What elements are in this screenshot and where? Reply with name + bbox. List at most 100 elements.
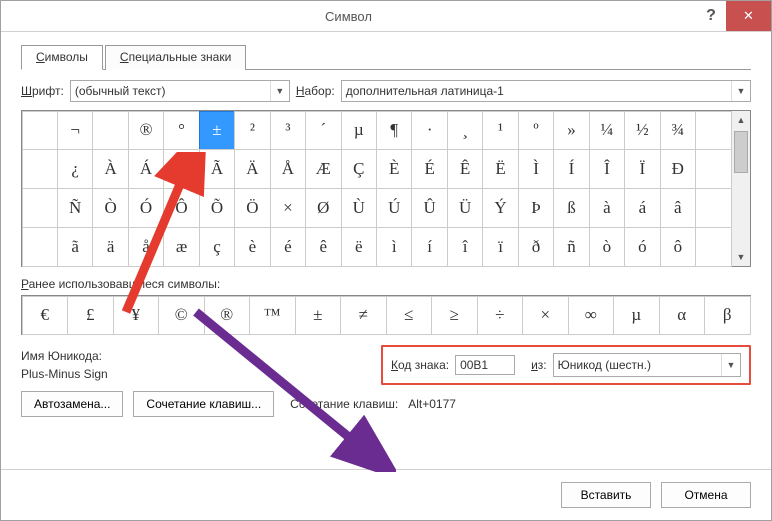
symbol-cell[interactable]	[22, 188, 58, 228]
symbol-cell[interactable]: è	[234, 227, 270, 267]
symbol-cell[interactable]: Ö	[234, 188, 270, 228]
code-input[interactable]: 00B1	[455, 355, 515, 375]
symbol-cell[interactable]: ç	[199, 227, 235, 267]
from-combo[interactable]: Юникод (шестн.) ▼	[553, 353, 741, 377]
symbol-cell[interactable]	[22, 111, 58, 151]
insert-button[interactable]: Вставить	[561, 482, 651, 508]
close-button[interactable]: ✕	[726, 1, 771, 31]
symbol-cell[interactable]: Ç	[341, 149, 377, 189]
symbol-cell[interactable]: À	[92, 149, 128, 189]
symbol-cell[interactable]: ¹	[482, 111, 518, 151]
symbol-cell[interactable]: ä	[92, 227, 128, 267]
recent-cell[interactable]: β	[704, 296, 751, 335]
scroll-down-icon[interactable]: ▼	[732, 248, 750, 266]
symbol-cell[interactable]: É	[411, 149, 447, 189]
symbol-cell[interactable]: Â	[163, 149, 199, 189]
tab-symbols[interactable]: Символы	[21, 45, 103, 70]
symbol-cell[interactable]: Ý	[482, 188, 518, 228]
symbol-cell[interactable]: Ñ	[57, 188, 93, 228]
recent-cell[interactable]: ©	[158, 296, 205, 335]
symbol-cell[interactable]: ³	[270, 111, 306, 151]
scroll-thumb[interactable]	[734, 131, 748, 173]
scroll-track[interactable]	[732, 129, 750, 248]
symbol-cell[interactable]: µ	[341, 111, 377, 151]
symbol-cell[interactable]: ¶	[376, 111, 412, 151]
symbol-cell[interactable]: ð	[518, 227, 554, 267]
symbol-cell[interactable]: Ì	[518, 149, 554, 189]
symbol-cell[interactable]: ò	[589, 227, 625, 267]
symbol-cell[interactable]: Ù	[341, 188, 377, 228]
symbol-cell[interactable]: Õ	[199, 188, 235, 228]
symbol-cell[interactable]: ­	[92, 111, 128, 151]
recent-grid[interactable]: €£¥©®™±≠≤≥÷×∞µαβ	[21, 295, 751, 335]
symbol-cell[interactable]: ë	[341, 227, 377, 267]
symbol-cell[interactable]: °	[163, 111, 199, 151]
symbol-cell[interactable]: î	[447, 227, 483, 267]
symbol-cell[interactable]: ß	[553, 188, 589, 228]
subset-combo[interactable]: дополнительная латиница-1 ▼	[341, 80, 751, 102]
cancel-button[interactable]: Отмена	[661, 482, 751, 508]
font-combo[interactable]: (обычный текст) ▼	[70, 80, 290, 102]
recent-cell[interactable]: ±	[295, 296, 342, 335]
symbol-cell[interactable]	[22, 149, 58, 189]
recent-cell[interactable]: €	[22, 296, 69, 335]
symbol-cell[interactable]: È	[376, 149, 412, 189]
symbol-cell[interactable]: Æ	[305, 149, 341, 189]
recent-cell[interactable]: ∞	[568, 296, 615, 335]
symbol-cell[interactable]: Ó	[128, 188, 164, 228]
grid-scrollbar[interactable]: ▲ ▼	[731, 111, 750, 266]
recent-cell[interactable]: £	[67, 296, 114, 335]
symbol-cell[interactable]: ×	[270, 188, 306, 228]
recent-cell[interactable]: ≥	[431, 296, 478, 335]
symbol-cell[interactable]: ñ	[553, 227, 589, 267]
symbol-cell[interactable]: Å	[270, 149, 306, 189]
recent-cell[interactable]: ¥	[113, 296, 160, 335]
symbol-cell[interactable]: å	[128, 227, 164, 267]
autoreplace-button[interactable]: Автозамена...	[21, 391, 123, 417]
symbol-cell[interactable]: Ú	[376, 188, 412, 228]
recent-cell[interactable]: α	[659, 296, 706, 335]
symbol-cell[interactable]: ô	[660, 227, 696, 267]
symbol-cell[interactable]: Ï	[624, 149, 660, 189]
symbol-cell[interactable]: ½	[624, 111, 660, 151]
symbol-cell[interactable]: ó	[624, 227, 660, 267]
tab-special[interactable]: Специальные знаки	[105, 45, 246, 70]
symbol-cell[interactable]: º	[518, 111, 554, 151]
symbol-cell[interactable]: ê	[305, 227, 341, 267]
symbol-cell[interactable]: ì	[376, 227, 412, 267]
recent-cell[interactable]: µ	[613, 296, 660, 335]
symbol-cell[interactable]: Á	[128, 149, 164, 189]
symbol-cell[interactable]	[695, 111, 731, 151]
symbol-cell[interactable]	[22, 227, 58, 267]
symbol-cell[interactable]: í	[411, 227, 447, 267]
symbol-cell[interactable]: Ò	[92, 188, 128, 228]
symbol-cell[interactable]	[695, 227, 731, 267]
shortcut-button[interactable]: Сочетание клавиш...	[133, 391, 274, 417]
symbol-cell[interactable]: ã	[57, 227, 93, 267]
symbol-cell[interactable]: æ	[163, 227, 199, 267]
symbol-cell[interactable]: Ô	[163, 188, 199, 228]
symbol-cell[interactable]: à	[589, 188, 625, 228]
symbol-cell[interactable]: ¿	[57, 149, 93, 189]
symbol-cell[interactable]: Þ	[518, 188, 554, 228]
symbol-cell[interactable]: ´	[305, 111, 341, 151]
symbol-cell[interactable]: ·	[411, 111, 447, 151]
symbol-cell[interactable]: é	[270, 227, 306, 267]
symbol-cell[interactable]: ¾	[660, 111, 696, 151]
symbol-cell[interactable]: Í	[553, 149, 589, 189]
recent-cell[interactable]: ≠	[340, 296, 387, 335]
symbol-cell[interactable]: Û	[411, 188, 447, 228]
scroll-up-icon[interactable]: ▲	[732, 111, 750, 129]
symbol-cell[interactable]	[695, 188, 731, 228]
symbol-cell[interactable]: Ü	[447, 188, 483, 228]
symbol-cell[interactable]: ±	[199, 111, 235, 151]
symbol-cell[interactable]: á	[624, 188, 660, 228]
recent-cell[interactable]: ≤	[386, 296, 433, 335]
help-button[interactable]: ?	[696, 1, 726, 31]
recent-cell[interactable]: ®	[204, 296, 251, 335]
symbol-cell[interactable]: Ë	[482, 149, 518, 189]
symbol-cell[interactable]: Ê	[447, 149, 483, 189]
symbol-cell[interactable]: ï	[482, 227, 518, 267]
recent-cell[interactable]: ÷	[477, 296, 524, 335]
symbol-cell[interactable]: »	[553, 111, 589, 151]
